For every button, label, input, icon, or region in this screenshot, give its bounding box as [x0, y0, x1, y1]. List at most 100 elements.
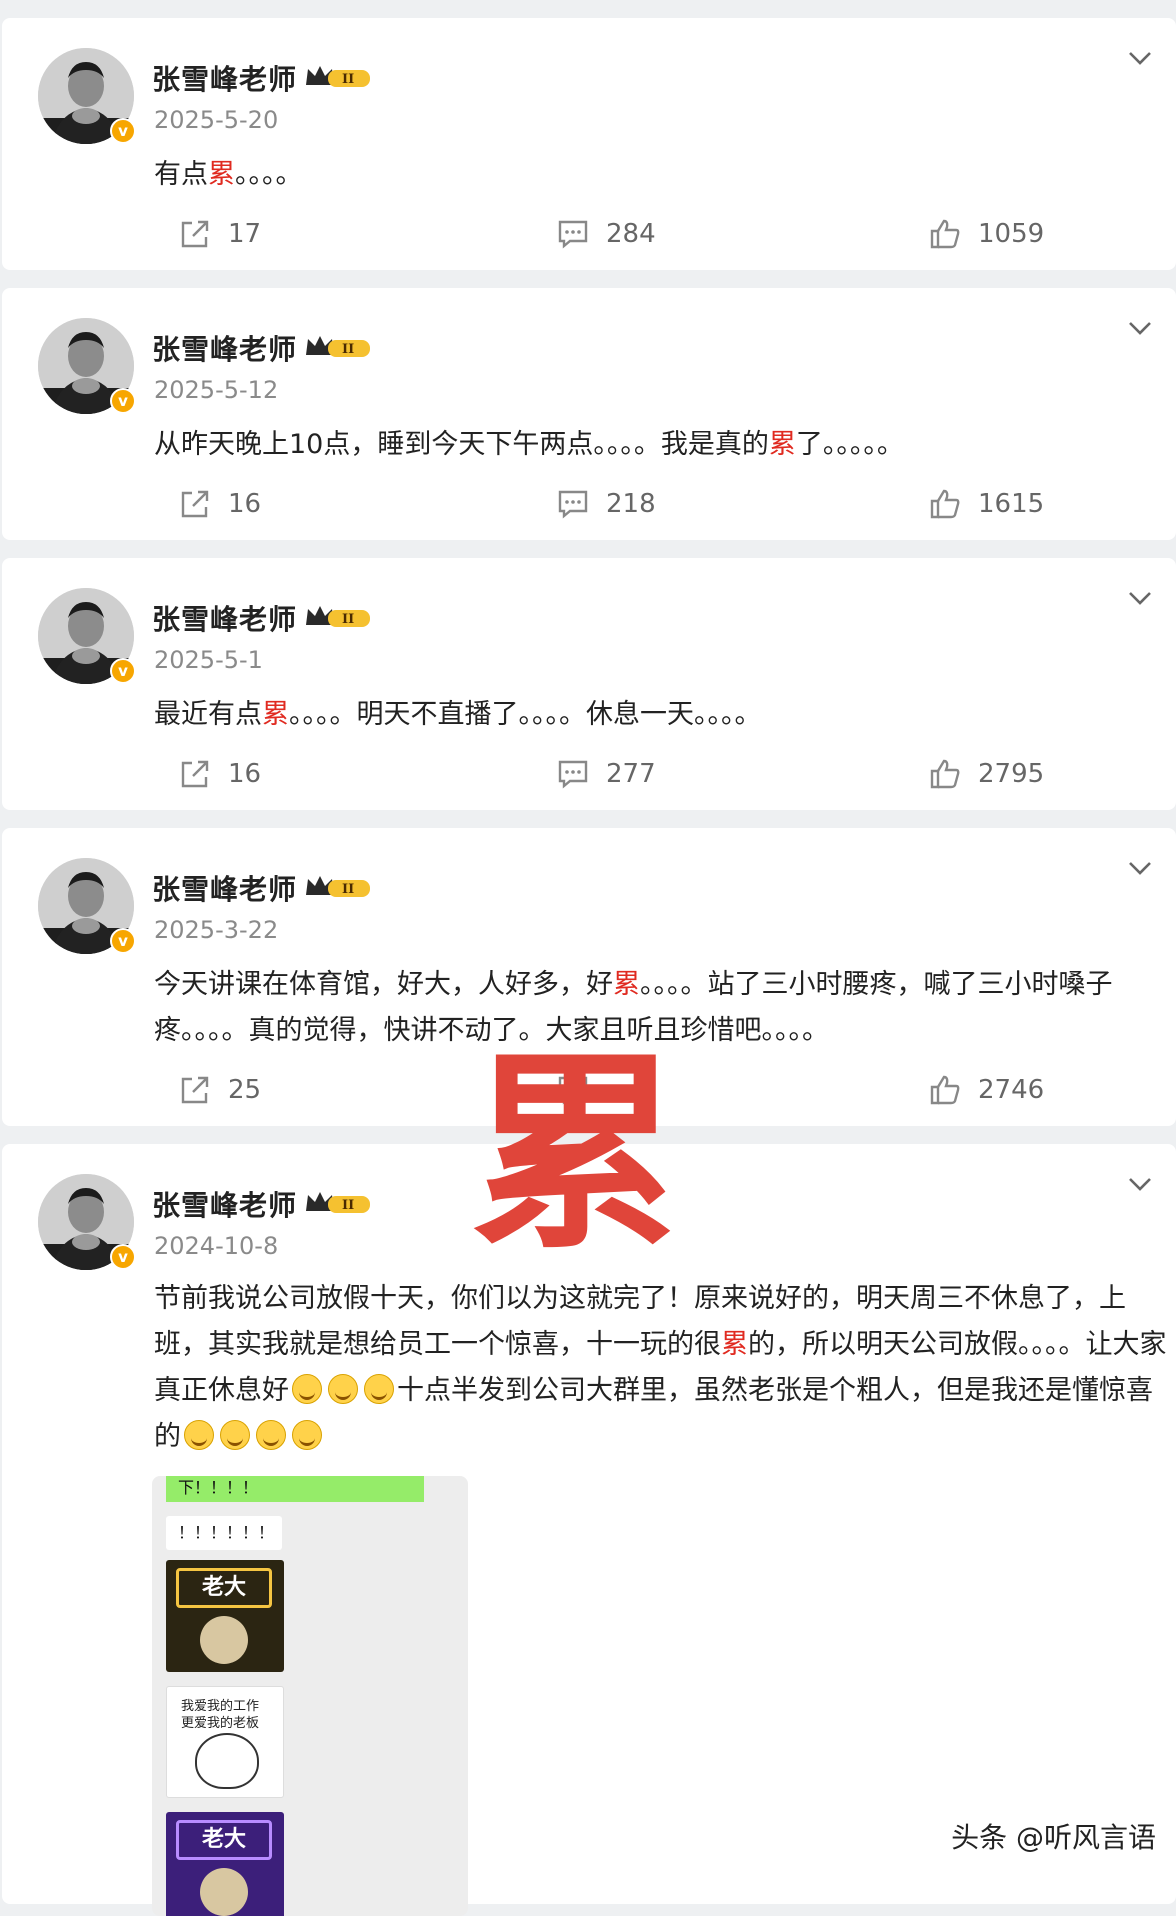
grin-emoji [364, 1374, 394, 1404]
vip-crown-badge[interactable] [302, 601, 374, 631]
highlight-word: 累 [768, 429, 796, 460]
boss-sticker: 老大 [166, 1812, 284, 1916]
highlight-word: 累 [208, 159, 235, 190]
comment-icon [556, 757, 590, 791]
like-icon [928, 757, 962, 791]
post-date[interactable]: 2025-5-12 [154, 376, 278, 404]
post-date[interactable]: 2025-5-1 [154, 646, 263, 674]
post-text-part: 。。。。 [235, 159, 303, 190]
shush-emoji [292, 1420, 322, 1450]
post-card: v 张雪峰老师 2025-5-20 有点累。。。。 17 284 1059 [2, 18, 1176, 270]
post-date[interactable]: 2025-3-22 [154, 916, 278, 944]
vip-crown-badge[interactable] [302, 871, 374, 901]
post-text: 有点累。。。。 [154, 152, 1168, 198]
chat-message: ！！！！！！ [166, 1516, 282, 1550]
share-button[interactable]: 16 [178, 754, 261, 794]
post-text: 节前我说公司放假十天，你们以为这就完了！原来说好的，明天周三不休息了，上班，其实… [154, 1276, 1168, 1460]
share-count: 16 [228, 489, 262, 519]
sticker-text: 更爱我的老板 [181, 1716, 260, 1731]
chevron-down-icon[interactable] [1126, 1174, 1154, 1194]
comment-button[interactable]: 218 [556, 484, 656, 524]
share-button[interactable]: 17 [178, 214, 261, 254]
vip-crown-badge[interactable] [302, 331, 374, 361]
like-button[interactable]: 2795 [928, 754, 1044, 794]
like-icon [928, 1073, 962, 1107]
share-count: 17 [228, 219, 262, 249]
post-text: 最近有点累。。。。明天不直播了。。。。休息一天。。。。 [154, 692, 1168, 738]
comment-icon [556, 487, 590, 521]
vip-crown-badge[interactable] [302, 1187, 374, 1217]
verified-badge: v [110, 658, 136, 684]
chevron-down-icon[interactable] [1126, 858, 1154, 878]
post-card: v 张雪峰老师 2024-10-8 节前我说公司放假十天，你们以为这就完了！原来… [2, 1144, 1176, 1916]
like-icon [928, 487, 962, 521]
share-count: 16 [228, 759, 262, 789]
comment-icon [556, 1073, 590, 1107]
action-bar: 17 284 1059 [2, 214, 1176, 254]
like-count: 2746 [978, 1075, 1045, 1105]
boss-sticker: 老大 [166, 1560, 284, 1672]
share-button[interactable]: 25 [178, 1070, 261, 1110]
comment-button[interactable]: 284 [556, 214, 656, 254]
post-date[interactable]: 2025-5-20 [154, 106, 278, 134]
username[interactable]: 张雪峰老师 [152, 598, 297, 638]
post-card: v 张雪峰老师 2025-3-22 今天讲课在体育馆，好大，人好多，好累。。。。… [2, 828, 1176, 1126]
comment-count: 284 [606, 219, 656, 249]
action-bar: 25 2746 [2, 1070, 1176, 1110]
like-icon [928, 217, 962, 251]
post-text-part: 。。。。明天不直播了。。。。休息一天。。。。 [289, 699, 762, 730]
like-button[interactable]: 2746 [928, 1070, 1044, 1110]
shush-emoji [184, 1420, 214, 1450]
post-text-part: 今天讲课在体育馆，好大，人好多，好 [154, 969, 613, 1000]
like-count: 1615 [978, 489, 1045, 519]
share-icon [178, 757, 212, 791]
love-boss-sticker: 我爱我的工作 更爱我的老板 [166, 1686, 284, 1798]
sticker-face [200, 1868, 248, 1916]
sticker-face [200, 1616, 248, 1664]
sticker-figure [195, 1733, 259, 1789]
chat-message: 下！！！！ [166, 1476, 424, 1502]
grin-emoji [328, 1374, 358, 1404]
like-button[interactable]: 1059 [928, 214, 1044, 254]
post-text-part: 从昨天晚上10点，睡到今天下午两点。。。。我是真的 [154, 429, 769, 460]
username[interactable]: 张雪峰老师 [152, 1184, 297, 1224]
like-count: 2795 [978, 759, 1045, 789]
share-button[interactable]: 16 [178, 484, 261, 524]
chevron-down-icon[interactable] [1126, 48, 1154, 68]
highlight-word: 累 [613, 969, 640, 1000]
post-text-part: 了。。。。。 [795, 429, 904, 460]
shush-emoji [256, 1420, 286, 1450]
action-bar: 16 218 1615 [2, 484, 1176, 524]
share-icon [178, 487, 212, 521]
comment-count: 218 [606, 489, 656, 519]
post-text-part: 最近有点 [154, 699, 262, 730]
grin-emoji [292, 1374, 322, 1404]
verified-badge: v [110, 118, 136, 144]
highlight-word: 累 [262, 699, 289, 730]
sticker-text: 老大 [176, 1568, 272, 1608]
comment-button[interactable]: 277 [556, 754, 656, 794]
chevron-down-icon[interactable] [1126, 318, 1154, 338]
like-button[interactable]: 1615 [928, 484, 1044, 524]
comment-icon [556, 217, 590, 251]
vip-crown-badge[interactable] [302, 61, 374, 91]
chat-screenshot-image[interactable]: 下！！！！ ！！！！！！ 老大 我爱我的工作 更爱我的老板 老大 [152, 1476, 468, 1916]
shush-emoji [220, 1420, 250, 1450]
share-count: 25 [228, 1075, 262, 1105]
action-bar: 16 277 2795 [2, 754, 1176, 794]
comment-count: 277 [606, 759, 656, 789]
username[interactable]: 张雪峰老师 [152, 328, 297, 368]
post-text: 今天讲课在体育馆，好大，人好多，好累。。。。站了三小时腰疼，喊了三小时嗓子疼。。… [154, 962, 1168, 1054]
highlight-word: 累 [721, 1329, 748, 1360]
post-date[interactable]: 2024-10-8 [154, 1232, 278, 1260]
post-text-part: 有点 [154, 159, 208, 190]
post-card: v 张雪峰老师 2025-5-12 从昨天晚上10点，睡到今天下午两点。。。。我… [2, 288, 1176, 540]
verified-badge: v [110, 928, 136, 954]
post-card: v 张雪峰老师 2025-5-1 最近有点累。。。。明天不直播了。。。。休息一天… [2, 558, 1176, 810]
comment-button[interactable] [556, 1070, 606, 1110]
username[interactable]: 张雪峰老师 [152, 868, 297, 908]
post-text: 从昨天晚上10点，睡到今天下午两点。。。。我是真的累了。。。。。 [154, 422, 1168, 468]
chevron-down-icon[interactable] [1126, 588, 1154, 608]
verified-badge: v [110, 1244, 136, 1270]
username[interactable]: 张雪峰老师 [152, 58, 297, 98]
